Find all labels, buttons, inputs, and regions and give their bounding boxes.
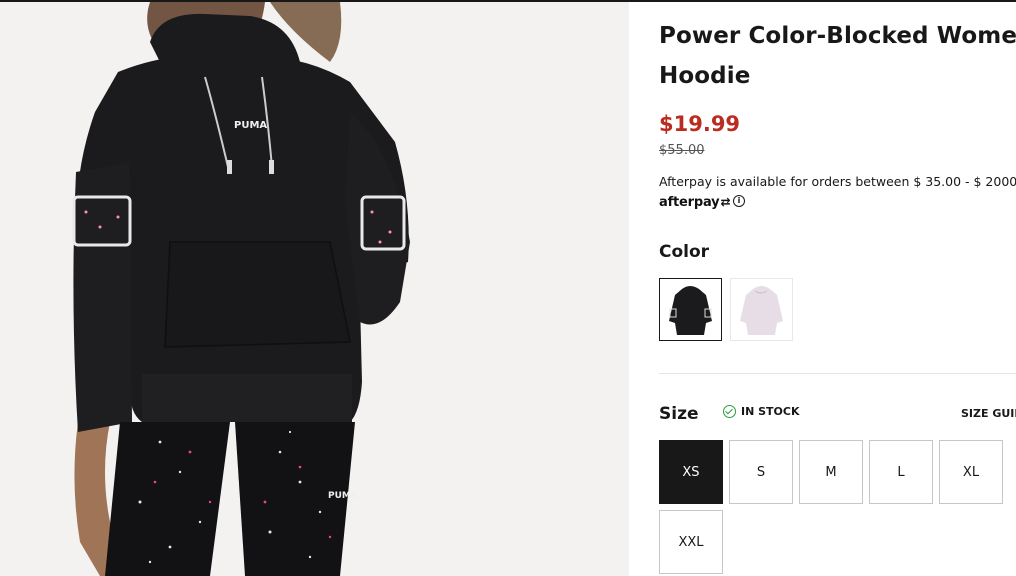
check-circle-icon <box>723 405 736 418</box>
color-label: Color <box>659 242 710 262</box>
color-swatch-black[interactable] <box>659 278 722 341</box>
section-divider <box>659 373 1016 374</box>
original-price: $55.00 <box>659 143 705 158</box>
afterpay-logo-text: afterpay <box>659 195 720 210</box>
stock-text: IN STOCK <box>741 405 800 418</box>
size-label: Size <box>659 404 699 424</box>
color-swatch-lilac[interactable] <box>730 278 793 341</box>
size-option-xs[interactable]: XS <box>659 440 723 504</box>
product-title-line-2: Hoodie <box>659 63 751 89</box>
afterpay-arrows-icon: ⇄ <box>720 195 731 209</box>
size-option-s[interactable]: S <box>729 440 793 504</box>
product-title: Power Color-Blocked Women's Hoodie <box>659 16 1016 96</box>
afterpay-message: Afterpay is available for orders between… <box>659 174 1016 189</box>
size-guide-link[interactable]: SIZE GUIDE <box>961 407 1016 420</box>
svg-text:PUMA: PUMA <box>328 491 358 501</box>
product-image[interactable]: PUMA PUMA <box>0 2 629 576</box>
info-icon[interactable]: i <box>733 195 745 207</box>
product-title-line-1: Power Color-Blocked Women's <box>659 23 1016 49</box>
stock-status: IN STOCK <box>723 405 800 418</box>
svg-text:PUMA: PUMA <box>234 120 267 131</box>
size-option-l[interactable]: L <box>869 440 933 504</box>
afterpay-logo: afterpay⇄ <box>659 195 730 210</box>
size-option-m[interactable]: M <box>799 440 863 504</box>
size-option-xxl[interactable]: XXL <box>659 510 723 574</box>
size-option-xl[interactable]: XL <box>939 440 1003 504</box>
sale-price: $19.99 <box>659 112 741 136</box>
product-details-panel: Power Color-Blocked Women's Hoodie $19.9… <box>629 2 1016 576</box>
